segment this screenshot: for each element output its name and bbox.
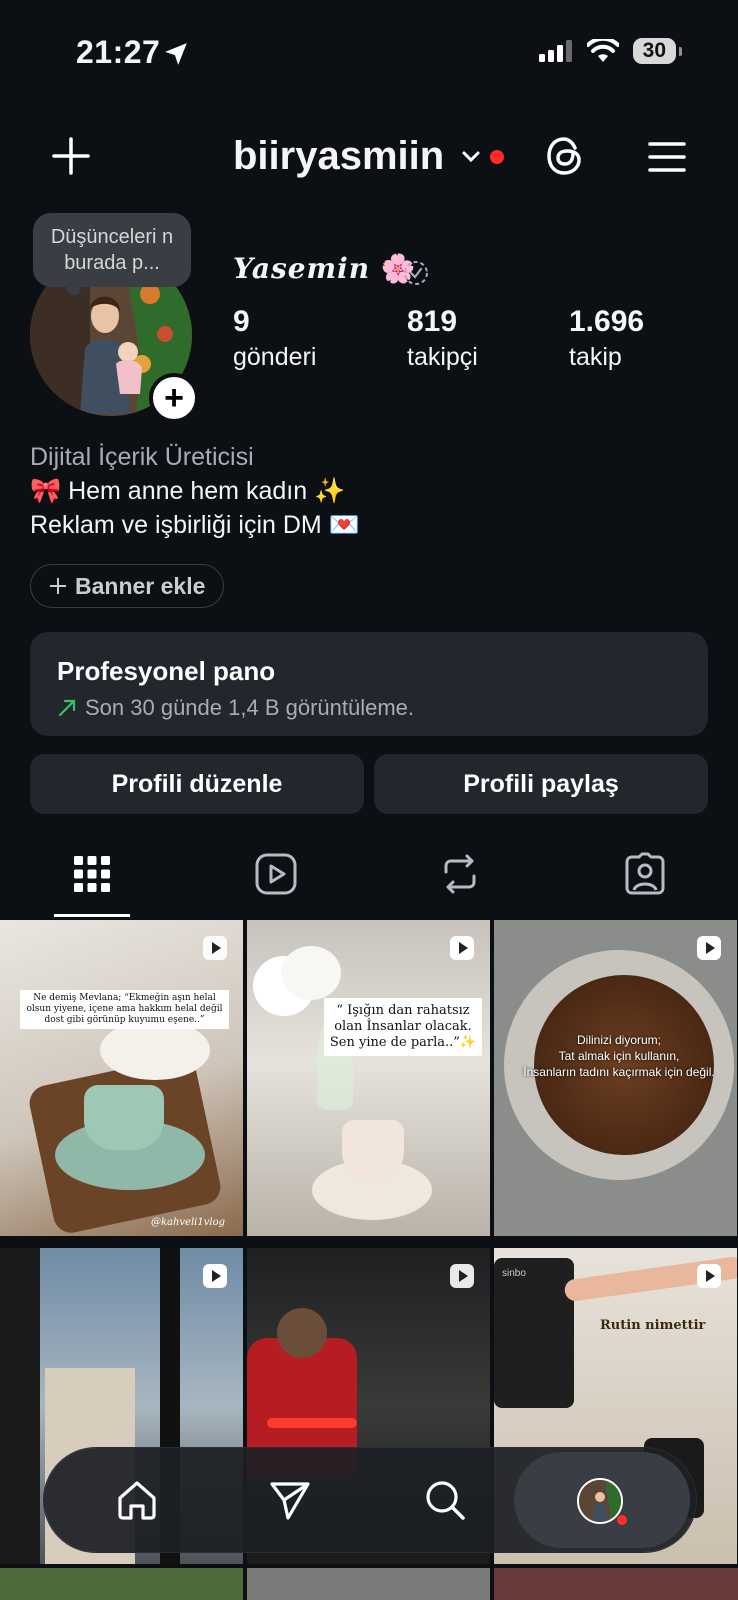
post-brand: sinbo [502,1268,526,1279]
location-arrow-icon [165,43,187,65]
reel-badge-icon [450,936,474,960]
post-thumbnail[interactable] [0,1568,243,1600]
status-icons: 30 [538,38,683,64]
tagged-icon[interactable] [623,852,667,896]
plus-icon [50,578,66,594]
stat-following-label: takip [569,343,622,371]
display-name: Yasemin 🌸 [233,252,417,285]
stat-posts-label: gönderi [233,343,317,371]
notification-dot [617,1515,627,1525]
stat-followers-value: 819 [407,305,458,338]
bio: Dijital İçerik Üreticisi 🎀 Hem anne hem … [30,440,360,542]
stat-following-value: 1.696 [569,305,645,338]
add-banner-button[interactable]: Banner ekle [30,564,225,608]
notification-dot [490,150,504,164]
bio-line-1: 🎀 Hem anne hem kadın ✨ [30,477,346,505]
note-bubble[interactable]: Düşünceleri n burada p... [33,213,191,295]
create-plus-icon[interactable] [52,137,90,175]
send-icon[interactable] [268,1478,312,1522]
dashboard-subtitle: Son 30 günde 1,4 B görüntüleme. [85,695,415,720]
bio-line-2: Reklam ve işbirliği için DM 💌 [30,511,360,539]
post-thumbnail[interactable]: “ Işığın dan rahatsız olan İnsanlar olac… [247,920,490,1236]
reel-badge-icon [203,936,227,960]
reposts-icon[interactable] [438,852,482,896]
share-profile-button[interactable]: Profili paylaş [374,754,708,814]
post-thumbnail[interactable] [494,1568,738,1600]
search-icon[interactable] [423,1478,467,1522]
stat-posts[interactable]: 9 gönderi [233,305,316,372]
menu-icon[interactable] [648,141,686,173]
post-caption: Dilinizi diyorum; Tat almak için kullanı… [523,1033,715,1079]
display-name-text: Yasemin [233,252,371,285]
professional-dashboard-card[interactable]: Profesyonel pano Son 30 günde 1,4 B görü… [30,632,708,736]
verified-badge-icon[interactable] [402,259,430,287]
category-label: Dijital İçerik Üreticisi [30,443,254,471]
threads-icon[interactable] [543,134,587,178]
post-thumbnail[interactable] [247,1568,490,1600]
post-caption: Rutin nimettir [600,1318,706,1333]
add-banner-label: Banner ekle [75,572,206,599]
stat-followers-label: takipçi [407,343,478,371]
grid-icon[interactable] [70,852,114,896]
reel-badge-icon [697,936,721,960]
post-caption: Ne demiş Mevlana; “Ekmeğin aşın helal ol… [20,990,229,1029]
stat-following[interactable]: 1.696 takip [569,305,644,372]
wifi-icon [586,39,619,62]
post-thumbnail[interactable]: Dilinizi diyorum; Tat almak için kullanı… [494,920,737,1236]
dashboard-title: Profesyonel pano [57,656,276,686]
reel-badge-icon [697,1264,721,1288]
edit-profile-button[interactable]: Profili düzenle [30,754,364,814]
dashboard-subtitle-row: Son 30 günde 1,4 B görüntüleme. [57,695,681,721]
reel-badge-icon [203,1264,227,1288]
account-switcher-username[interactable]: biiryasmiin [233,134,444,179]
reel-badge-icon [450,1264,474,1288]
profile-tab-avatar[interactable] [577,1478,623,1524]
active-tab-indicator [54,914,130,917]
status-time: 21:27 [76,34,161,70]
signal-icon [538,40,572,62]
home-icon[interactable] [115,1478,159,1522]
stat-posts-value: 9 [233,305,250,338]
trend-up-icon [58,699,76,717]
battery-indicator: 30 [632,38,683,64]
chevron-down-icon[interactable] [461,150,481,164]
post-caption: “ Işığın dan rahatsız olan İnsanlar olac… [324,998,482,1056]
add-story-button[interactable]: + [149,373,199,423]
post-watermark: @kahveli1vlog [150,1217,225,1228]
post-thumbnail[interactable]: Ne demiş Mevlana; “Ekmeğin aşın helal ol… [0,920,243,1236]
stat-followers[interactable]: 819 takipçi [407,305,478,372]
reels-icon[interactable] [254,852,298,896]
